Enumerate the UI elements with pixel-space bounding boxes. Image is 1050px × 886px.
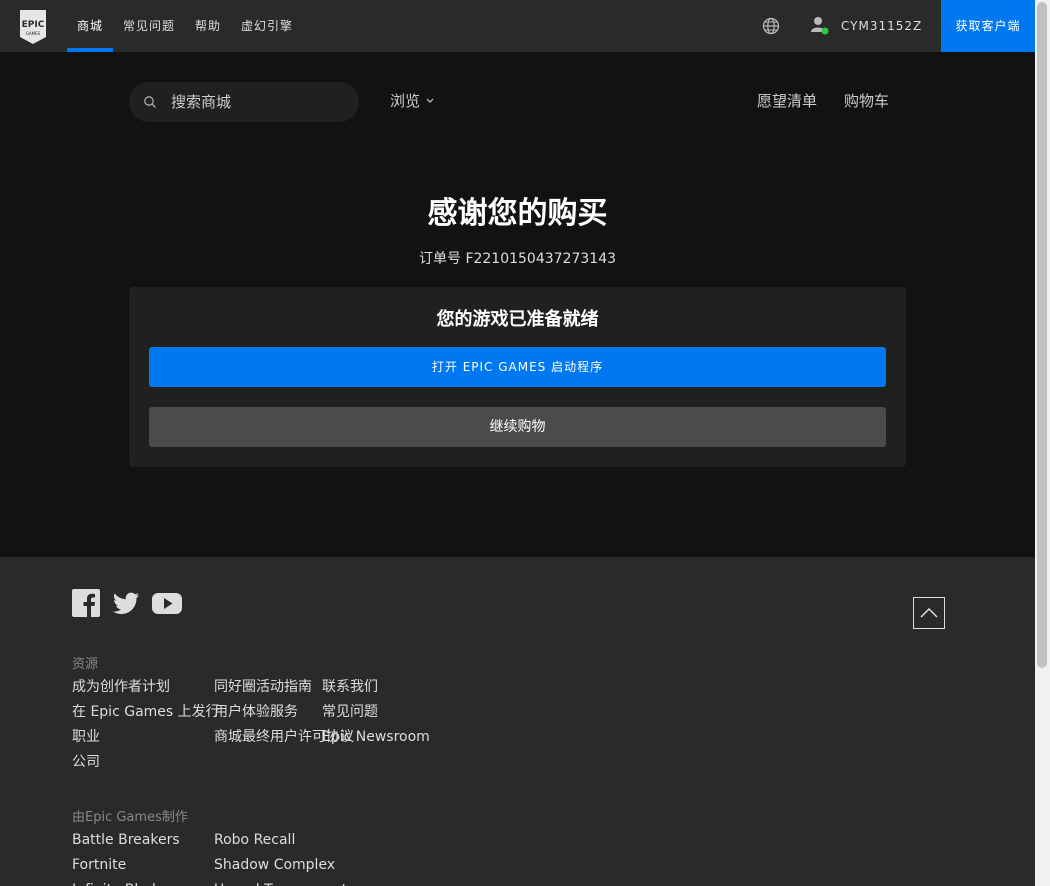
order-number: 订单号 F2210150437273143 — [0, 248, 1035, 268]
game-link[interactable]: Unreal Tournament — [214, 878, 347, 886]
games-title: 由Epic Games制作 — [72, 810, 188, 825]
page-scrollbar[interactable] — [1035, 0, 1050, 886]
nav-help[interactable]: 帮助 — [185, 0, 231, 52]
browse-label: 浏览 — [390, 92, 421, 110]
game-link[interactable]: Robo Recall — [214, 828, 347, 853]
nav-unreal-engine[interactable]: 虚幻引擎 — [231, 0, 303, 52]
footer-link[interactable]: Epic Newsroom — [322, 725, 430, 750]
youtube-icon[interactable] — [152, 589, 182, 621]
browse-dropdown[interactable]: 浏览 — [390, 90, 434, 111]
search-input[interactable] — [169, 92, 343, 112]
order-value: F2210150437273143 — [465, 251, 617, 267]
footer-link[interactable]: 职业 — [72, 725, 220, 750]
nav-store[interactable]: 商城 — [67, 0, 114, 52]
footer-link[interactable]: 在 Epic Games 上发行 — [72, 700, 220, 725]
nav-faq[interactable]: 常见问题 — [113, 0, 185, 52]
games-column-2: Robo Recall Shadow Complex Unreal Tourna… — [214, 828, 347, 886]
user-icon — [811, 17, 829, 35]
game-link[interactable]: Shadow Complex — [214, 853, 347, 878]
search-icon — [144, 96, 156, 108]
chevron-down-icon — [426, 98, 434, 103]
wishlist-link[interactable]: 愿望清单 — [757, 90, 817, 111]
epic-logo-icon[interactable]: EPIC GAMES — [18, 10, 48, 44]
top-navigation-bar: EPIC GAMES 商城 常见问题 帮助 虚幻引擎 CYM31152Z 获取客… — [0, 0, 1035, 52]
svg-text:EPIC: EPIC — [22, 20, 45, 30]
resources-column-3: 联系我们 常见问题 Epic Newsroom — [322, 675, 430, 750]
open-launcher-button[interactable]: 打开 EPIC GAMES 启动程序 — [149, 347, 886, 387]
twitter-icon[interactable] — [112, 589, 140, 621]
user-menu[interactable]: CYM31152Z — [811, 0, 922, 52]
footer-link[interactable]: 常见问题 — [322, 700, 430, 725]
download-launcher-button[interactable]: 获取客户端 — [941, 0, 1035, 52]
resources-column-1: 成为创作者计划 在 Epic Games 上发行 职业 公司 — [72, 675, 220, 775]
scrollbar-thumb[interactable] — [1037, 2, 1047, 668]
card-heading: 您的游戏已准备就绪 — [436, 309, 599, 330]
page-title: 感谢您的购买 — [427, 196, 608, 231]
resources-title: 资源 — [72, 657, 99, 672]
continue-shopping-button[interactable]: 继续购物 — [149, 407, 886, 447]
game-link[interactable]: Infinity Blade — [72, 878, 180, 886]
social-links — [72, 589, 194, 621]
footer-link[interactable]: 成为创作者计划 — [72, 675, 220, 700]
globe-icon[interactable] — [762, 17, 780, 35]
main-nav: 商城 常见问题 帮助 虚幻引擎 — [67, 0, 303, 52]
back-to-top-button[interactable] — [913, 597, 945, 629]
footer: 资源 成为创作者计划 在 Epic Games 上发行 职业 公司 同好圈活动指… — [0, 557, 1035, 886]
cart-link[interactable]: 购物车 — [844, 90, 889, 111]
order-label: 订单号 — [418, 251, 461, 267]
game-link[interactable]: Battle Breakers — [72, 828, 180, 853]
ready-card: 您的游戏已准备就绪 打开 EPIC GAMES 启动程序 继续购物 — [129, 287, 906, 467]
search-box — [129, 82, 359, 122]
footer-link[interactable]: 公司 — [72, 750, 220, 775]
svg-text:GAMES: GAMES — [26, 31, 41, 36]
games-column-1: Battle Breakers Fortnite Infinity Blade — [72, 828, 180, 886]
game-link[interactable]: Fortnite — [72, 853, 180, 878]
chevron-up-icon — [920, 608, 938, 618]
facebook-icon[interactable] — [72, 589, 100, 621]
username: CYM31152Z — [841, 19, 923, 33]
footer-link[interactable]: 联系我们 — [322, 675, 430, 700]
